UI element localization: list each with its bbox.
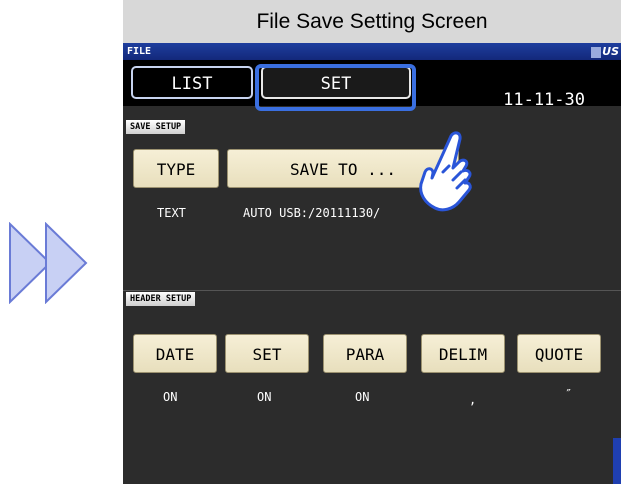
set-button[interactable]: SET: [225, 334, 309, 373]
screen-caption: File Save Setting Screen: [123, 0, 621, 43]
title-bar-label: FILE: [127, 46, 152, 57]
date-display: 11-11-30: [503, 90, 585, 110]
save-setup-label: SAVE SETUP: [126, 120, 186, 134]
side-tab[interactable]: [613, 438, 621, 484]
header-setup-label: HEADER SETUP: [126, 292, 196, 306]
section-divider: [123, 290, 621, 291]
type-button[interactable]: TYPE: [133, 149, 219, 188]
para-value: ON: [355, 390, 370, 404]
date-value: ON: [163, 390, 178, 404]
delim-button[interactable]: DELIM: [421, 334, 505, 373]
quote-value: ″: [565, 387, 573, 401]
title-bar: FILE US: [123, 43, 621, 60]
save-to-value: AUTO USB:/20111130/: [243, 206, 381, 220]
usb-indicator: US: [591, 44, 619, 59]
set-value: ON: [257, 390, 272, 404]
tab-list[interactable]: LIST: [131, 66, 253, 99]
double-chevron-right-icon: [9, 222, 88, 304]
type-value: TEXT: [157, 206, 186, 220]
para-button[interactable]: PARA: [323, 334, 407, 373]
usb-icon: [591, 46, 602, 58]
date-button[interactable]: DATE: [133, 334, 217, 373]
instrument-screen: FILE US LIST SET 11-11-30 SAVE SETUP TYP…: [123, 43, 621, 484]
quote-button[interactable]: QUOTE: [517, 334, 601, 373]
pointing-hand-icon: [419, 131, 472, 212]
tab-set-highlight: [255, 64, 416, 111]
delim-value: ,: [469, 393, 477, 407]
usb-label: US: [602, 45, 619, 58]
